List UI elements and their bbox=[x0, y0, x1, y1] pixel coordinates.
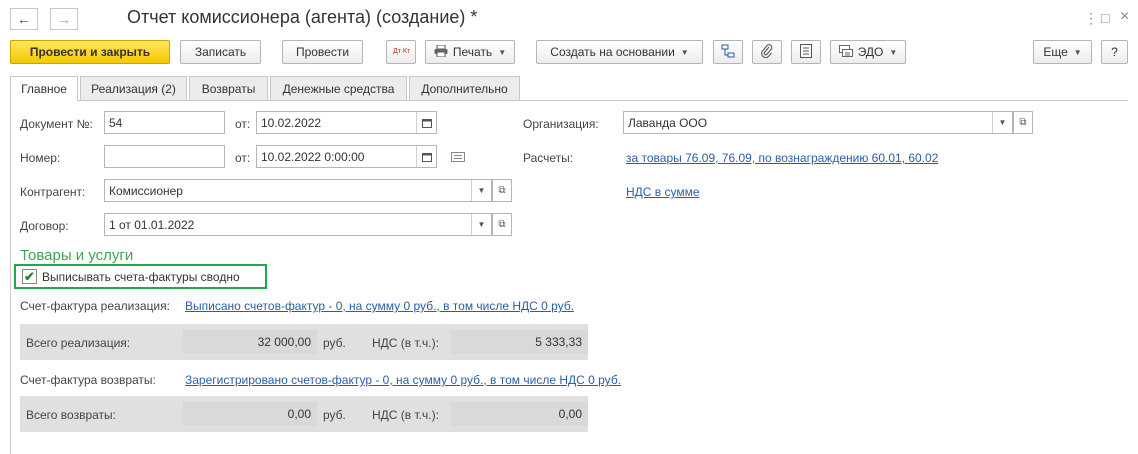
create-based-label: Создать на основании bbox=[550, 45, 675, 59]
chevron-down-icon[interactable]: ▼ bbox=[471, 180, 491, 201]
settlements-link[interactable]: за товары 76.09, 76.09, по вознаграждени… bbox=[626, 151, 938, 165]
hierarchy-icon bbox=[721, 44, 735, 61]
save-button[interactable]: Записать bbox=[180, 40, 261, 64]
number-label: Номер: bbox=[20, 151, 61, 165]
goods-section-title: Товары и услуги bbox=[20, 247, 134, 264]
edo-label: ЭДО bbox=[857, 45, 884, 59]
structure-button[interactable] bbox=[713, 40, 743, 64]
edo-button[interactable]: ЭДО ▼ bbox=[830, 40, 906, 64]
invoice-returns-label: Счет-фактура возвраты: bbox=[20, 373, 156, 387]
total-returns-value: 0,00 bbox=[183, 402, 317, 426]
total-sales-label: Всего реализация: bbox=[26, 336, 131, 350]
doc-number-input[interactable]: 54 bbox=[104, 111, 225, 134]
open-form-icon: ⧉ bbox=[498, 185, 506, 196]
attach-button[interactable] bbox=[752, 40, 782, 64]
arrow-right-icon: → bbox=[57, 11, 71, 27]
vat-returns-value: 0,00 bbox=[450, 402, 588, 426]
print-label: Печать bbox=[452, 45, 493, 59]
post-and-close-button[interactable]: Провести и закрыть bbox=[10, 40, 170, 64]
chevron-down-icon[interactable]: ▼ bbox=[992, 112, 1012, 133]
dtkt-icon: Дт Кт bbox=[393, 48, 411, 55]
paperclip-icon bbox=[761, 43, 773, 61]
vat-in-amount-link[interactable]: НДС в сумме bbox=[626, 185, 700, 199]
currency-label: руб. bbox=[323, 336, 346, 350]
summary-invoices-checkbox[interactable]: ✔ bbox=[22, 269, 37, 284]
contract-value: 1 от 01.01.2022 bbox=[109, 217, 195, 232]
doc-date-label: от: bbox=[235, 117, 251, 131]
arrow-left-icon: ← bbox=[17, 11, 31, 27]
datetime-label: от: bbox=[235, 151, 251, 165]
post-button[interactable]: Провести bbox=[282, 40, 363, 64]
print-button[interactable]: Печать ▼ bbox=[425, 40, 515, 64]
invoice-sales-label: Счет-фактура реализация: bbox=[20, 299, 170, 313]
datetime-input[interactable]: 10.02.2022 0:00:00 bbox=[256, 145, 437, 168]
vat-incl-label: НДС (в т.ч.): bbox=[372, 408, 439, 422]
help-button[interactable]: ? bbox=[1101, 40, 1128, 64]
contract-input[interactable]: 1 от 01.01.2022 ▼ bbox=[104, 213, 492, 236]
summary-invoices-label: Выписывать счета-фактуры сводно bbox=[42, 270, 240, 284]
create-based-on-button[interactable]: Создать на основании ▼ bbox=[536, 40, 703, 64]
chevron-down-icon: ▼ bbox=[680, 47, 689, 57]
list-report-button[interactable] bbox=[791, 40, 821, 64]
doc-date-value: 10.02.2022 bbox=[261, 115, 322, 130]
panel-border bbox=[10, 100, 11, 454]
counterparty-value: Комиссионер bbox=[109, 183, 183, 198]
contract-open-button[interactable]: ⧉ bbox=[492, 213, 512, 236]
calendar-icon[interactable] bbox=[416, 112, 436, 133]
maximize-icon[interactable]: □ bbox=[1101, 10, 1109, 26]
counterparty-input[interactable]: Комиссионер ▼ bbox=[104, 179, 492, 202]
organization-open-button[interactable]: ⧉ bbox=[1013, 111, 1033, 134]
chevron-down-icon[interactable]: ▼ bbox=[471, 214, 491, 235]
vat-sales-value: 5 333,33 bbox=[450, 330, 588, 354]
chevron-down-icon: ▼ bbox=[498, 47, 507, 57]
total-sales-value: 32 000,00 bbox=[183, 330, 317, 354]
chevron-down-icon: ▼ bbox=[1073, 47, 1082, 57]
edo-icon bbox=[838, 44, 853, 60]
counterparty-open-button[interactable]: ⧉ bbox=[492, 179, 512, 202]
vat-incl-label: НДС (в т.ч.): bbox=[372, 336, 439, 350]
document-list-icon bbox=[800, 43, 812, 61]
tab-main[interactable]: Главное bbox=[10, 76, 78, 101]
contract-label: Договор: bbox=[20, 219, 69, 233]
back-button[interactable]: ← bbox=[10, 8, 38, 30]
open-form-icon: ⧉ bbox=[498, 219, 506, 230]
tab-returns[interactable]: Возвраты bbox=[189, 76, 268, 100]
organization-value: Лаванда ООО bbox=[628, 115, 708, 130]
settlements-label: Расчеты: bbox=[523, 151, 574, 165]
printer-icon bbox=[434, 44, 448, 60]
organization-input[interactable]: Лаванда ООО ▼ bbox=[623, 111, 1013, 134]
calendar-icon[interactable] bbox=[416, 146, 436, 167]
tab-money[interactable]: Денежные средства bbox=[270, 76, 407, 100]
counterparty-label: Контрагент: bbox=[20, 185, 86, 199]
open-form-icon: ⧉ bbox=[1019, 117, 1027, 128]
datetime-value: 10.02.2022 0:00:00 bbox=[261, 149, 365, 164]
doc-date-input[interactable]: 10.02.2022 bbox=[256, 111, 437, 134]
number-input[interactable] bbox=[104, 145, 225, 168]
invoice-returns-link[interactable]: Зарегистрировано счетов-фактур - 0, на с… bbox=[185, 373, 621, 387]
organization-label: Организация: bbox=[523, 117, 599, 131]
more-menu-icon[interactable]: ⋮ bbox=[1084, 10, 1098, 27]
tab-sales[interactable]: Реализация (2) bbox=[80, 76, 187, 100]
chevron-down-icon: ▼ bbox=[889, 47, 898, 57]
tab-additional[interactable]: Дополнительно bbox=[409, 76, 520, 100]
page-title: Отчет комиссионера (агента) (создание) * bbox=[127, 7, 478, 27]
close-icon[interactable]: × bbox=[1120, 8, 1129, 26]
forward-button[interactable]: → bbox=[50, 8, 78, 30]
more-label: Еще bbox=[1043, 45, 1068, 59]
currency-label: руб. bbox=[323, 408, 346, 422]
doc-number-label: Документ №: bbox=[20, 117, 93, 131]
checkmark-icon: ✔ bbox=[24, 268, 35, 284]
more-button[interactable]: Еще ▼ bbox=[1033, 40, 1092, 64]
tabs-divider bbox=[10, 100, 1128, 101]
comment-icon[interactable] bbox=[451, 151, 465, 165]
total-returns-label: Всего возвраты: bbox=[26, 408, 116, 422]
invoice-sales-link[interactable]: Выписано счетов-фактур - 0, на сумму 0 р… bbox=[185, 299, 574, 313]
dtkt-button[interactable]: Дт Кт bbox=[386, 40, 416, 64]
